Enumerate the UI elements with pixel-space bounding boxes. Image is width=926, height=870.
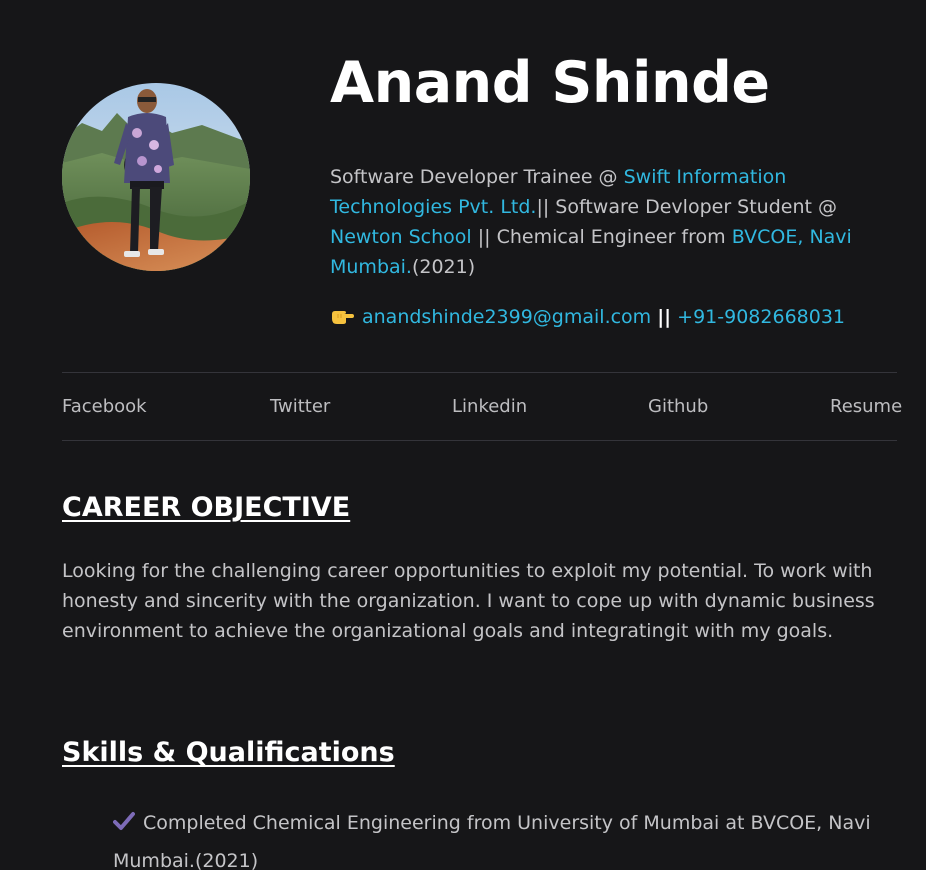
avatar [62,83,250,271]
career-objective-text: Looking for the challenging career oppor… [62,560,875,642]
bio-role: Software Developer Trainee @ [330,166,624,188]
pointing-hand-icon [332,311,354,324]
list-item: Completed Chemical Engineering from Univ… [113,804,893,870]
divider-top [62,372,897,373]
portfolio-page: Anand Shinde Software Developer Trainee … [0,0,926,870]
page-title: Anand Shinde [330,50,770,116]
bio-student: || Software Devloper Student @ [536,196,838,218]
bio: Software Developer Trainee @ Swift Infor… [330,162,870,282]
bio-year: (2021) [411,256,476,278]
nav-linkedin[interactable]: Linkedin [452,393,527,421]
contact-line: anandshinde2399@gmail.com || +91-9082668… [330,302,845,332]
nav-github[interactable]: Github [648,393,708,421]
email-link[interactable]: anandshinde2399@gmail.com [362,306,651,328]
skills-heading: Skills & Qualifications [62,737,395,768]
career-objective-heading: CAREER OBJECTIVE [62,492,351,523]
skill-text: Completed Chemical Engineering from Univ… [113,812,871,870]
bio-engineer: || Chemical Engineer from [471,226,732,248]
nav-resume[interactable]: Resume [830,393,902,421]
phone-link[interactable]: +91-9082668031 [677,306,845,328]
profile-photo-icon [62,83,250,271]
check-mark-icon [113,812,135,830]
contact-separator: || [657,306,672,328]
divider-bottom [62,440,897,441]
nav-facebook[interactable]: Facebook [62,393,147,421]
nav-twitter[interactable]: Twitter [270,393,330,421]
school-link[interactable]: Newton School [330,226,472,248]
social-nav: Facebook Twitter Linkedin Github Resume [62,393,902,421]
